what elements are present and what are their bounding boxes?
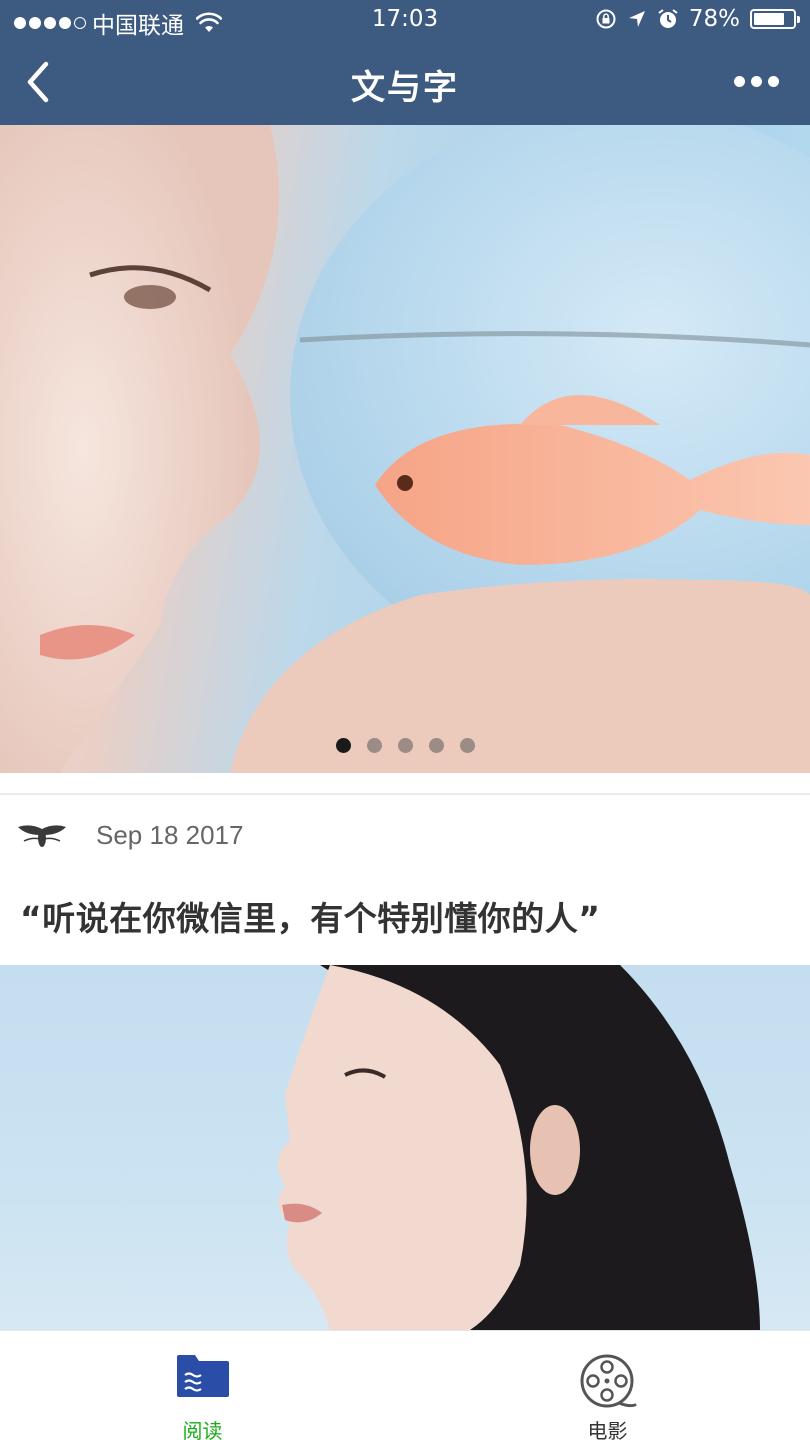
tab-movie[interactable]: 电影 (405, 1331, 810, 1440)
reading-icon (176, 1355, 229, 1397)
post-meta: Sep 18 2017 (16, 820, 243, 851)
tab-reading-label: 阅读 (182, 1419, 223, 1440)
header: 中国联通 17:03 78% 文与字 (0, 0, 810, 125)
battery-percent: 78% (688, 6, 740, 32)
post-title[interactable]: “听说在你微信里，有个特别懂你的人” (20, 892, 600, 940)
alarm-icon (658, 9, 678, 28)
battery-icon (750, 9, 800, 29)
carousel-dot[interactable] (366, 738, 382, 753)
carousel-dot[interactable] (428, 738, 444, 753)
post-image[interactable] (0, 965, 810, 1330)
banner-carousel[interactable] (0, 125, 810, 773)
carousel-dot[interactable] (397, 738, 413, 753)
rotation-lock-icon (596, 9, 616, 29)
post-image-graphic (277, 965, 760, 1330)
post-date: Sep 18 2017 (96, 820, 244, 850)
location-arrow-icon (628, 11, 645, 27)
banner-image (0, 125, 810, 773)
nav-bar: 文与字 (0, 40, 810, 125)
status-bar: 中国联通 17:03 78% (0, 0, 810, 40)
carousel-pagination (0, 738, 810, 753)
carousel-dot[interactable] (335, 738, 351, 753)
film-reel-icon (580, 1354, 636, 1408)
divider (0, 793, 810, 795)
tab-bar: 阅读 电影 (0, 1330, 810, 1440)
bee-icon (18, 824, 66, 847)
page-title: 文与字 (351, 68, 459, 108)
carousel-dot[interactable] (459, 738, 475, 753)
more-dots-icon[interactable] (734, 70, 780, 92)
status-right: 78% (595, 6, 800, 32)
tab-movie-label: 电影 (587, 1419, 628, 1440)
tab-reading[interactable]: 阅读 (0, 1331, 405, 1440)
